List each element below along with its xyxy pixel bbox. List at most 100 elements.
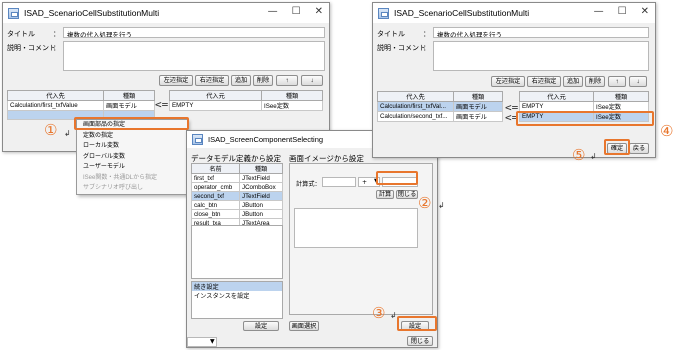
add-button[interactable]: 追加 xyxy=(231,75,251,86)
table-row[interactable]: Calculation/first_txfValue 画面モデル xyxy=(7,100,155,111)
list-item[interactable]: operator_cmb JComboBox xyxy=(191,182,283,192)
right-assign-button[interactable]: 右辺指定 xyxy=(195,75,229,86)
step-number-1: ① xyxy=(44,121,58,139)
col-header-target: 代入先 xyxy=(377,91,454,102)
menu-item-constant[interactable]: 定数の指定 xyxy=(77,131,187,142)
delete-button[interactable]: 削除 xyxy=(253,75,273,86)
cursor-icon: ↲ xyxy=(438,201,445,210)
col-header-source: 代入元 xyxy=(519,91,594,102)
cell-source: EMPTY xyxy=(169,100,262,111)
title-label: タイトル xyxy=(7,31,35,38)
result-textarea[interactable] xyxy=(294,208,418,248)
delete-button[interactable]: 削除 xyxy=(585,76,605,87)
table-row-selected[interactable]: Calculation/first_txfVal... 画面モデル xyxy=(377,101,503,112)
cell-target: Calculation/first_txfVal... xyxy=(377,101,454,112)
cell-type: ISee定数 xyxy=(261,100,323,111)
cell-type: JButton xyxy=(239,200,283,210)
close-inner-button[interactable]: 閉じる xyxy=(396,190,418,199)
cell-type: JTextField xyxy=(239,173,283,183)
assign-arrow: <= xyxy=(155,98,169,111)
move-up-button[interactable]: ↑ xyxy=(276,75,298,86)
col-header-type: 種類 xyxy=(453,91,503,102)
step-number-5: ⑤ xyxy=(572,146,586,164)
window-title: ISAD_ScenarioCellSubstitutionMulti xyxy=(24,8,160,18)
title-colon: ： xyxy=(53,31,60,38)
screen-select-button[interactable]: 画面選択 xyxy=(289,321,319,331)
list-item-selected[interactable]: second_txf JTextField xyxy=(191,191,283,201)
cell-source: EMPTY xyxy=(519,101,594,112)
list-item[interactable]: first_txf JTextField xyxy=(191,173,283,183)
cell-name: calc_btn xyxy=(191,200,240,210)
callout-highlight-3 xyxy=(397,316,437,331)
col-header-type: 種類 xyxy=(103,90,155,101)
minimize-icon[interactable]: — xyxy=(268,6,278,17)
context-menu: 画面部品の指定 定数の指定 ローカル変数 グローバル変数 ユーザーモデル ISe… xyxy=(76,119,188,195)
maximize-icon[interactable]: ☐ xyxy=(618,6,627,17)
move-up-button[interactable]: ↑ xyxy=(608,76,626,87)
cell-type: ISee定数 xyxy=(593,101,649,112)
assign-source-table: 代入元 種類 EMPTY ISee定数 xyxy=(169,90,323,111)
calc-button[interactable]: 計算 xyxy=(376,190,394,199)
col-header-target: 代入先 xyxy=(7,90,104,101)
continuation-panel: 続き設定 インスタンスを設定 xyxy=(191,281,283,319)
step-number-4: ④ xyxy=(660,122,674,140)
table-row[interactable]: EMPTY ISee定数 xyxy=(169,100,323,111)
screen-image-panel: 計算式： + ▼ 計算 閉じる xyxy=(289,163,433,315)
comment-textarea[interactable] xyxy=(433,41,649,71)
menu-item-local-variable[interactable]: ローカル変数 xyxy=(77,141,187,152)
title-input[interactable]: 複数の代入処理を行う xyxy=(63,27,325,38)
step-number-2: ② xyxy=(418,194,432,212)
back-button[interactable]: 戻る xyxy=(629,143,649,154)
comment-colon: ： xyxy=(423,45,430,52)
cell-type: JButton xyxy=(239,209,283,219)
window-title: ISAD_ScenarioCellSubstitutionMulti xyxy=(394,8,530,18)
callout-highlight-4 xyxy=(516,111,654,126)
cell-type: 画面モデル xyxy=(453,101,503,112)
menu-item-user-model[interactable]: ユーザーモデル xyxy=(77,162,187,173)
menu-item-subscenario[interactable]: サブシナリオ呼び出し xyxy=(77,183,187,194)
comment-colon: ： xyxy=(53,45,60,52)
continuation-header: 続き設定 xyxy=(192,282,282,291)
cursor-icon: ↲ xyxy=(390,311,397,320)
cell-name: close_btn xyxy=(191,209,240,219)
continuation-item[interactable]: インスタンスを設定 xyxy=(192,291,282,300)
step-number-3: ③ xyxy=(372,304,386,322)
close-button[interactable]: 閉じる xyxy=(407,336,433,346)
col-header-type: 種類 xyxy=(593,91,649,102)
cell-name: second_txf xyxy=(191,191,240,201)
left-assign-button[interactable]: 左辺指定 xyxy=(491,76,525,87)
add-button[interactable]: 追加 xyxy=(563,76,583,87)
first-value-field[interactable] xyxy=(322,177,356,187)
cell-target: Calculation/first_txfValue xyxy=(7,100,104,111)
left-set-button[interactable]: 設定 xyxy=(243,321,279,331)
col-header-source: 代入元 xyxy=(169,90,262,101)
assign-target-table: 代入先 種類 Calculation/first_txfValue 画面モデル xyxy=(7,90,155,120)
left-assign-button[interactable]: 左辺指定 xyxy=(159,75,193,86)
menu-item-global-variable[interactable]: グローバル変数 xyxy=(77,152,187,163)
callout-highlight-1 xyxy=(74,117,189,130)
close-icon[interactable]: ✕ xyxy=(315,6,323,17)
callout-highlight-2 xyxy=(376,171,418,185)
cursor-icon: ↲ xyxy=(590,152,597,161)
list-item[interactable]: close_btn JButton xyxy=(191,209,283,219)
comment-textarea[interactable] xyxy=(63,41,325,71)
right-assign-button[interactable]: 右辺指定 xyxy=(527,76,561,87)
col-header-type: 種類 xyxy=(239,163,283,174)
move-down-button[interactable]: ↓ xyxy=(629,76,647,87)
title-input[interactable]: 複数の代入処理を行う xyxy=(433,27,649,38)
maximize-icon[interactable]: ☐ xyxy=(292,6,301,17)
list-item[interactable]: calc_btn JButton xyxy=(191,200,283,210)
app-icon xyxy=(192,134,203,145)
table-row[interactable]: Calculation/second_txf... 画面モデル xyxy=(377,111,503,122)
menu-item-isee-function[interactable]: ISee関数・共通DLから指定 xyxy=(77,173,187,184)
move-down-button[interactable]: ↓ xyxy=(301,75,323,86)
chevron-down-icon[interactable]: ▼ xyxy=(210,338,215,345)
substitution-window-result: ISAD_ScenarioCellSubstitutionMulti — ☐ ✕… xyxy=(372,2,656,158)
cell-type: 画面モデル xyxy=(453,111,503,122)
table-row[interactable]: EMPTY ISee定数 xyxy=(519,101,649,112)
minimize-icon[interactable]: — xyxy=(594,6,604,17)
title-label: タイトル xyxy=(377,31,405,38)
close-icon[interactable]: ✕ xyxy=(641,6,649,17)
cell-type: JTextField xyxy=(239,191,283,201)
cell-type: 画面モデル xyxy=(103,100,155,111)
